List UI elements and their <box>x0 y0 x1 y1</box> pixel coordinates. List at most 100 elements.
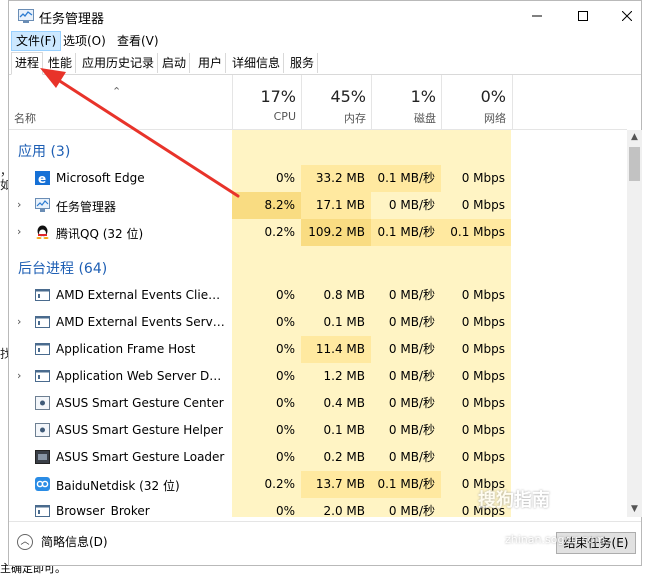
table-row[interactable]: AMD External Events Client ... 0% 0.8 MB… <box>9 282 627 309</box>
memory-label: 内存 <box>344 112 366 125</box>
cpu-value: 0% <box>275 171 295 185</box>
cpu-value: 0% <box>275 423 295 437</box>
cpu-percent: 17% <box>260 87 296 106</box>
process-name: Application Frame Host <box>56 342 196 356</box>
memory-value: 0.4 MB <box>323 396 365 410</box>
gesture-loader-icon <box>35 450 50 464</box>
menu-bar: 文件(F) 选项(O) 查看(V) <box>9 31 641 51</box>
table-row[interactable]: e Microsoft Edge 0% 33.2 MB 0.1 MB/秒 0 M… <box>9 165 627 192</box>
table-row[interactable]: ASUS Smart Gesture Loader 0% 0.2 MB 0 MB… <box>9 444 627 471</box>
group-header-apps[interactable]: 应用 (3) <box>9 136 627 163</box>
column-memory[interactable]: 45% 内存 <box>301 75 372 129</box>
edge-icon: e <box>35 171 50 185</box>
process-icon <box>35 316 50 328</box>
tab-processes[interactable]: 进程 <box>11 52 44 75</box>
chevron-right-icon[interactable]: › <box>17 315 21 328</box>
process-name: ASUS Smart Gesture Helper <box>56 423 223 437</box>
tab-users[interactable]: 用户 <box>195 53 227 73</box>
memory-value: 0.1 MB <box>323 315 365 329</box>
memory-percent: 45% <box>330 87 366 106</box>
fewer-details-button[interactable]: ︿ 简略信息(D) <box>17 533 108 550</box>
column-name[interactable]: 名称 <box>14 110 36 126</box>
maximize-button[interactable] <box>561 1 605 31</box>
vertical-scrollbar[interactable]: ▲ ▼ <box>627 130 642 517</box>
sort-up-icon[interactable]: ⌃ <box>112 85 121 98</box>
process-name: Application Web Server Dae... <box>56 369 226 383</box>
disk-value: 0 MB/秒 <box>388 369 435 383</box>
process-name: ASUS Smart Gesture Loader <box>56 450 225 464</box>
memory-value: 17.1 MB <box>301 192 371 219</box>
column-cpu[interactable]: 17% CPU <box>232 75 302 129</box>
disk-value: 0 MB/秒 <box>388 342 435 356</box>
disk-percent: 1% <box>410 87 436 106</box>
disk-value: 0 MB/秒 <box>388 423 435 437</box>
scroll-down-icon[interactable]: ▼ <box>627 502 642 517</box>
memory-value: 0.1 MB <box>323 423 365 437</box>
minimize-button[interactable] <box>515 1 559 31</box>
task-manager-icon <box>35 198 50 212</box>
tab-performance[interactable]: 性能 <box>45 53 77 73</box>
table-row[interactable]: › 腾讯QQ (32 位) 0.2% 109.2 MB 0.1 MB/秒 0.1… <box>9 219 627 246</box>
fewer-details-label: 简略信息(D) <box>41 535 108 549</box>
tab-app-history[interactable]: 应用历史记录 <box>79 53 159 73</box>
disk-label: 磁盘 <box>414 112 436 125</box>
column-network[interactable]: 0% 网络 <box>441 75 513 129</box>
network-label: 网络 <box>484 112 506 125</box>
scroll-up-icon[interactable]: ▲ <box>627 130 642 145</box>
maximize-icon <box>578 11 588 21</box>
disk-value: 0 MB/秒 <box>388 198 435 212</box>
menu-view[interactable]: 查看(V) <box>113 32 163 50</box>
gesture-icon <box>35 396 50 410</box>
memory-value: 11.4 MB <box>301 336 371 363</box>
memory-value: 0.8 MB <box>323 288 365 302</box>
network-value: 0.1 Mbps <box>441 219 511 246</box>
chevron-right-icon[interactable]: › <box>17 225 21 238</box>
disk-value: 0 MB/秒 <box>388 396 435 410</box>
task-manager-window: 任务管理器 文件(F) 选项(O) 查看(V) 进程 性能 应用历史记录 启动 … <box>8 0 642 566</box>
table-row[interactable]: Application Frame Host 0% 11.4 MB 0 MB/秒… <box>9 336 627 363</box>
cpu-value: 0% <box>275 504 295 517</box>
network-value: 0 Mbps <box>461 171 505 185</box>
disk-value: 0 MB/秒 <box>388 315 435 329</box>
process-name: 任务管理器 <box>56 200 117 214</box>
table-row[interactable]: › Application Web Server Dae... 0% 1.2 M… <box>9 363 627 390</box>
network-percent: 0% <box>480 87 506 106</box>
network-value: 0 Mbps <box>461 288 505 302</box>
process-name: Microsoft Edge <box>56 171 145 185</box>
network-value: 0 Mbps <box>461 423 505 437</box>
network-value: 0 Mbps <box>461 198 505 212</box>
tab-startup[interactable]: 启动 <box>159 53 191 73</box>
chevron-right-icon[interactable]: › <box>17 198 21 211</box>
group-header-background[interactable]: 后台进程 (64) <box>9 253 627 280</box>
disk-value: 0 MB/秒 <box>388 450 435 464</box>
gesture-icon <box>35 423 50 437</box>
memory-value: 109.2 MB <box>301 219 371 246</box>
table-row[interactable]: › 任务管理器 8.2% 17.1 MB 0 MB/秒 0 Mbps <box>9 192 627 219</box>
disk-value: 0 MB/秒 <box>388 288 435 302</box>
chevron-up-icon: ︿ <box>17 533 33 550</box>
disk-value: 0.1 MB/秒 <box>371 471 441 498</box>
process-icon <box>35 505 50 517</box>
tab-details[interactable]: 详细信息 <box>229 53 285 73</box>
network-value: 0 Mbps <box>461 342 505 356</box>
group-title: 后台进程 (64) <box>18 261 108 277</box>
disk-value: 0.1 MB/秒 <box>371 165 441 192</box>
scrollbar-thumb[interactable] <box>629 147 640 181</box>
task-manager-icon <box>18 9 34 23</box>
table-row[interactable]: ASUS Smart Gesture Helper 0% 0.1 MB 0 MB… <box>9 417 627 444</box>
process-name: AMD External Events Service... <box>56 315 226 329</box>
column-disk[interactable]: 1% 磁盘 <box>371 75 442 129</box>
memory-value: 2.0 MB <box>323 504 365 517</box>
svg-text:e: e <box>38 172 46 185</box>
cpu-value: 8.2% <box>232 192 301 219</box>
close-button[interactable] <box>605 1 649 31</box>
menu-file[interactable]: 文件(F) <box>11 31 62 51</box>
table-row[interactable]: › AMD External Events Service... 0% 0.1 … <box>9 309 627 336</box>
process-name: AMD External Events Client ... <box>56 288 226 302</box>
table-row[interactable]: ASUS Smart Gesture Center 0% 0.4 MB 0 MB… <box>9 390 627 417</box>
menu-options[interactable]: 选项(O) <box>59 32 110 50</box>
tab-services[interactable]: 服务 <box>287 53 319 73</box>
cpu-value: 0% <box>275 342 295 356</box>
memory-value: 1.2 MB <box>323 369 365 383</box>
chevron-right-icon[interactable]: › <box>17 369 21 382</box>
